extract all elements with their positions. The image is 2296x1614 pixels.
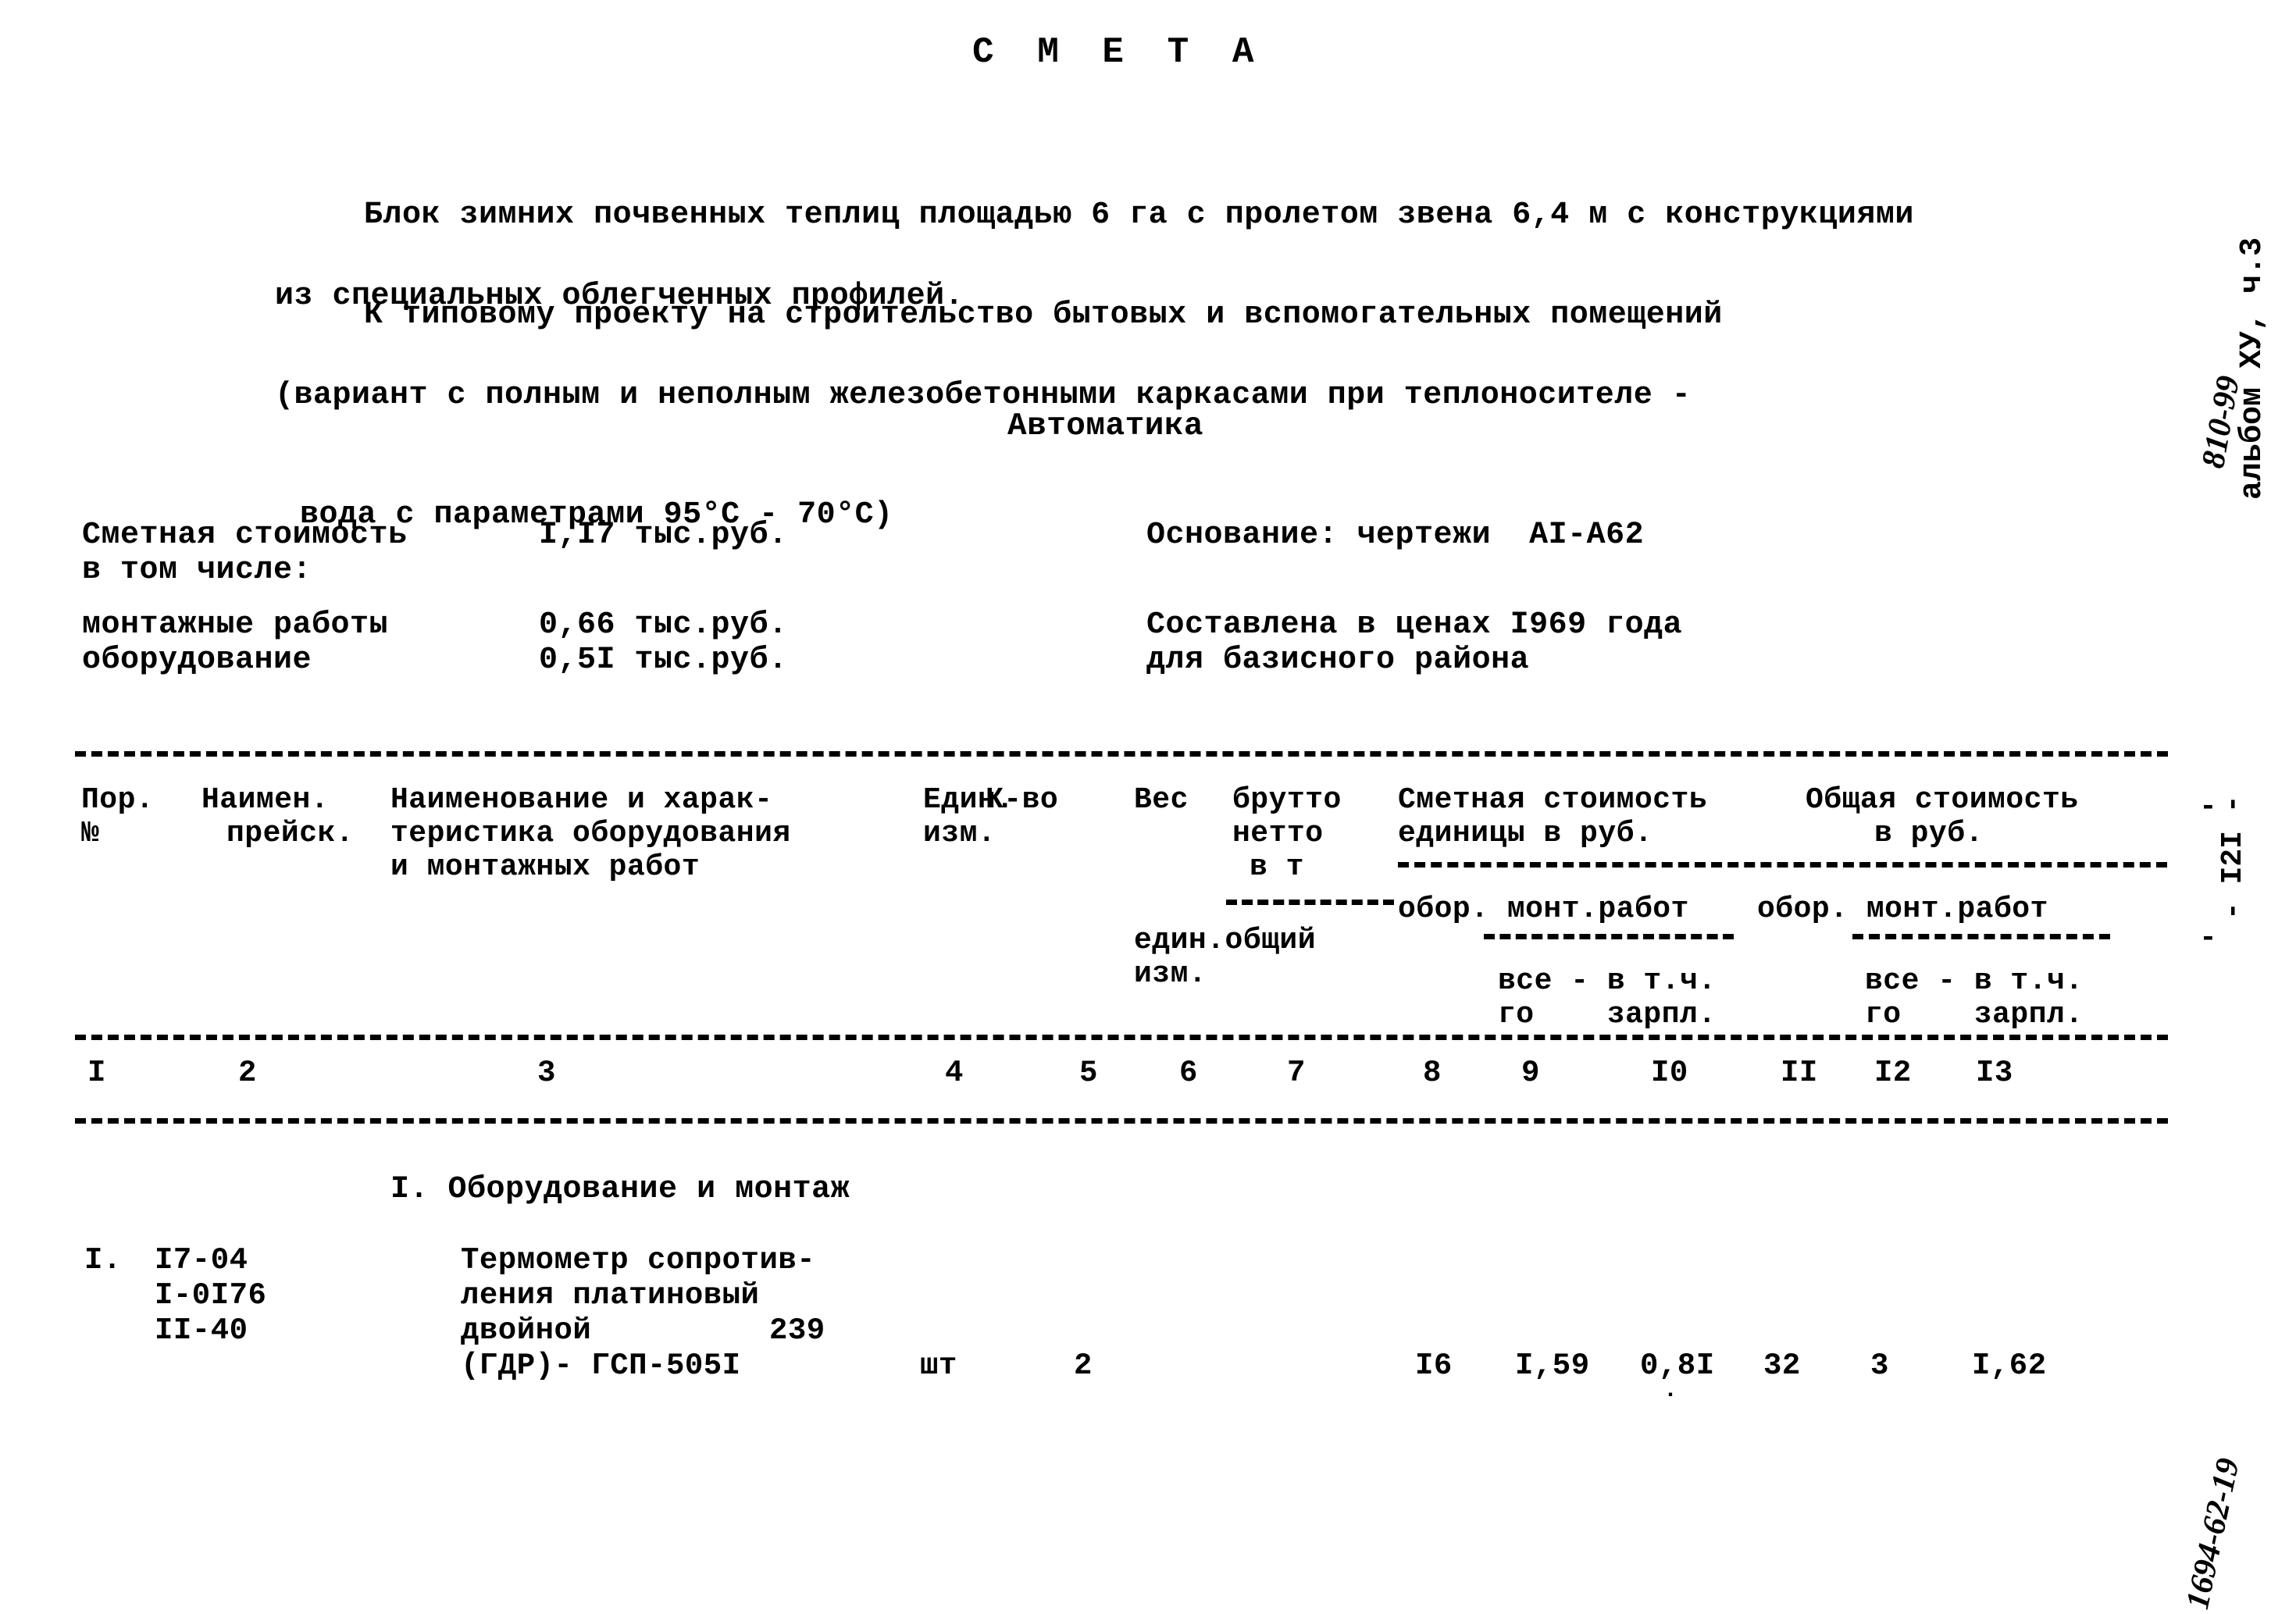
row-unit-cost-install-all: I,59 — [1515, 1349, 1590, 1383]
row-description-line-4: (ГДР)- ГСП-505I — [461, 1349, 741, 1383]
margin-bottom-code: 1694-62-19 — [2179, 1455, 2247, 1612]
table-rule-sub-right — [1852, 934, 2110, 939]
page-title: С М Е Т А — [972, 32, 1265, 73]
col-number-7: 7 — [1287, 1056, 1306, 1090]
intro-2-line-2: (вариант с полным и неполным железобетон… — [275, 377, 1692, 413]
table-top-rule — [75, 751, 2168, 757]
row-unit-cost-equipment: I6 — [1415, 1349, 1453, 1383]
summary-total-label: Сметная стоимость — [82, 518, 408, 553]
col-header-weight-unit-measure: изм. — [1134, 957, 1207, 991]
row-quantity: 2 — [1074, 1349, 1093, 1383]
col-header-pricelist-line-2: прейск. — [226, 817, 355, 850]
col-number-6: 6 — [1179, 1056, 1198, 1090]
row-description-number: 239 — [769, 1313, 825, 1348]
row-total-cost-equipment: 32 — [1763, 1349, 1801, 1383]
table-rule-cost — [1398, 862, 2167, 868]
table-rule-weight — [1226, 900, 1394, 905]
basis-prices-line-2: для базисного района — [1146, 643, 1530, 678]
summary-equipment-value: 0,5I тыс.руб. — [539, 643, 788, 678]
row-stray-ink-mark: . — [1663, 1377, 1678, 1404]
row-total-cost-install-salary: I,62 — [1972, 1349, 2047, 1383]
intro-2-line-1: К типовому проекту на строительство быто… — [364, 298, 1723, 333]
row-total-cost-install-all: 3 — [1870, 1349, 1889, 1383]
col-header-pricelist-line-1: Наимен. — [201, 783, 330, 817]
col-number-11: II — [1781, 1056, 1818, 1090]
section-heading: Автоматика — [1007, 408, 1204, 444]
col-subheader-equip-install-left: обор. монт.работ — [1398, 893, 1689, 926]
summary-equipment-label: оборудование — [82, 643, 312, 678]
col-header-description-line-3: и монтажных работ — [390, 850, 701, 884]
page-marker-dash-bottom: - — [2199, 921, 2218, 955]
table-rule-sub-left — [1484, 934, 1734, 939]
row-price-ref-1: I7-04 — [155, 1243, 248, 1277]
table-rule-colnum-bottom — [75, 1118, 2168, 1124]
col-subheader-all-salary-left-line-2: го зарпл. — [1498, 998, 1717, 1031]
row-position: I. — [84, 1243, 122, 1277]
col-number-12: I2 — [1874, 1056, 1912, 1090]
document-page: С М Е Т А Блок зимних почвенных теплиц п… — [0, 0, 2296, 1614]
col-number-8: 8 — [1423, 1056, 1442, 1090]
col-header-position-line-1: Пор. — [81, 783, 155, 817]
col-subheader-all-salary-right-line-2: го зарпл. — [1865, 998, 2084, 1031]
col-number-3: 3 — [537, 1056, 556, 1090]
col-header-unit-cost-line-1: Сметная стоимость — [1398, 783, 1708, 817]
col-number-2: 2 — [238, 1056, 257, 1090]
row-description-line-1: Термометр сопротив- — [461, 1243, 816, 1277]
col-header-weight-tons: в т — [1250, 850, 1304, 884]
col-number-10: I0 — [1651, 1056, 1688, 1090]
basis-prices-line-1: Составлена в ценах I969 года — [1146, 607, 1683, 643]
col-header-description-line-1: Наименование и харак- — [390, 783, 773, 817]
col-header-total-cost-line-1: Общая стоимость — [1806, 783, 2079, 817]
row-description-line-2: ления платиновый — [461, 1278, 760, 1313]
col-header-position-line-2: № — [81, 817, 100, 850]
col-header-unit-line-2: изм. — [923, 817, 996, 850]
summary-total-sublabel: в том числе: — [82, 553, 312, 588]
summary-installation-label: монтажные работы — [82, 607, 389, 643]
col-header-weight-unit-total: един.общий — [1134, 924, 1317, 957]
col-number-13: I3 — [1976, 1056, 2013, 1090]
col-header-weight: Вес — [1134, 783, 1189, 817]
row-unit: шт — [920, 1349, 957, 1383]
col-header-quantity: К-во — [986, 783, 1059, 817]
intro-paragraph-2: К типовому проекту на строительство быто… — [275, 255, 1723, 615]
table-section-label: I. Оборудование и монтаж — [390, 1172, 850, 1207]
col-subheader-all-salary-left-line-1: все - в т.ч. — [1498, 964, 1717, 998]
intro-1-line-1: Блок зимних почвенных теплиц площадью 6 … — [364, 198, 1914, 233]
row-price-ref-2: I-0I76 — [155, 1278, 267, 1313]
row-description-line-3: двойной — [461, 1313, 592, 1348]
summary-total-value: I,I7 тыс.руб. — [539, 518, 788, 553]
col-subheader-equip-install-right: обор. монт.работ — [1757, 893, 2048, 926]
summary-installation-value: 0,66 тыс.руб. — [539, 607, 788, 643]
col-number-1: I — [87, 1056, 106, 1090]
basis-drawings: Основание: чертежи АI-А62 — [1146, 518, 1645, 553]
col-number-4: 4 — [945, 1056, 964, 1090]
page-marker-dash-top: - — [2199, 790, 2218, 824]
margin-page-number: - I2I - — [2216, 795, 2250, 920]
col-number-9: 9 — [1521, 1056, 1540, 1090]
col-header-description-line-2: теристика оборудования — [390, 817, 791, 850]
table-rule-colnum-top — [75, 1035, 2168, 1040]
col-header-total-cost-line-2: в руб. — [1874, 817, 1984, 850]
row-price-ref-3: II-40 — [155, 1313, 248, 1348]
col-number-5: 5 — [1079, 1056, 1098, 1090]
margin-album-label: альбом ХУ, ч.3 — [2235, 237, 2270, 500]
col-header-unit-cost-line-2: единицы в руб. — [1398, 817, 1653, 850]
col-header-weight-gross: брутто — [1232, 783, 1342, 817]
col-subheader-all-salary-right-line-1: все - в т.ч. — [1865, 964, 2084, 998]
col-header-weight-net: нетто — [1232, 817, 1324, 850]
